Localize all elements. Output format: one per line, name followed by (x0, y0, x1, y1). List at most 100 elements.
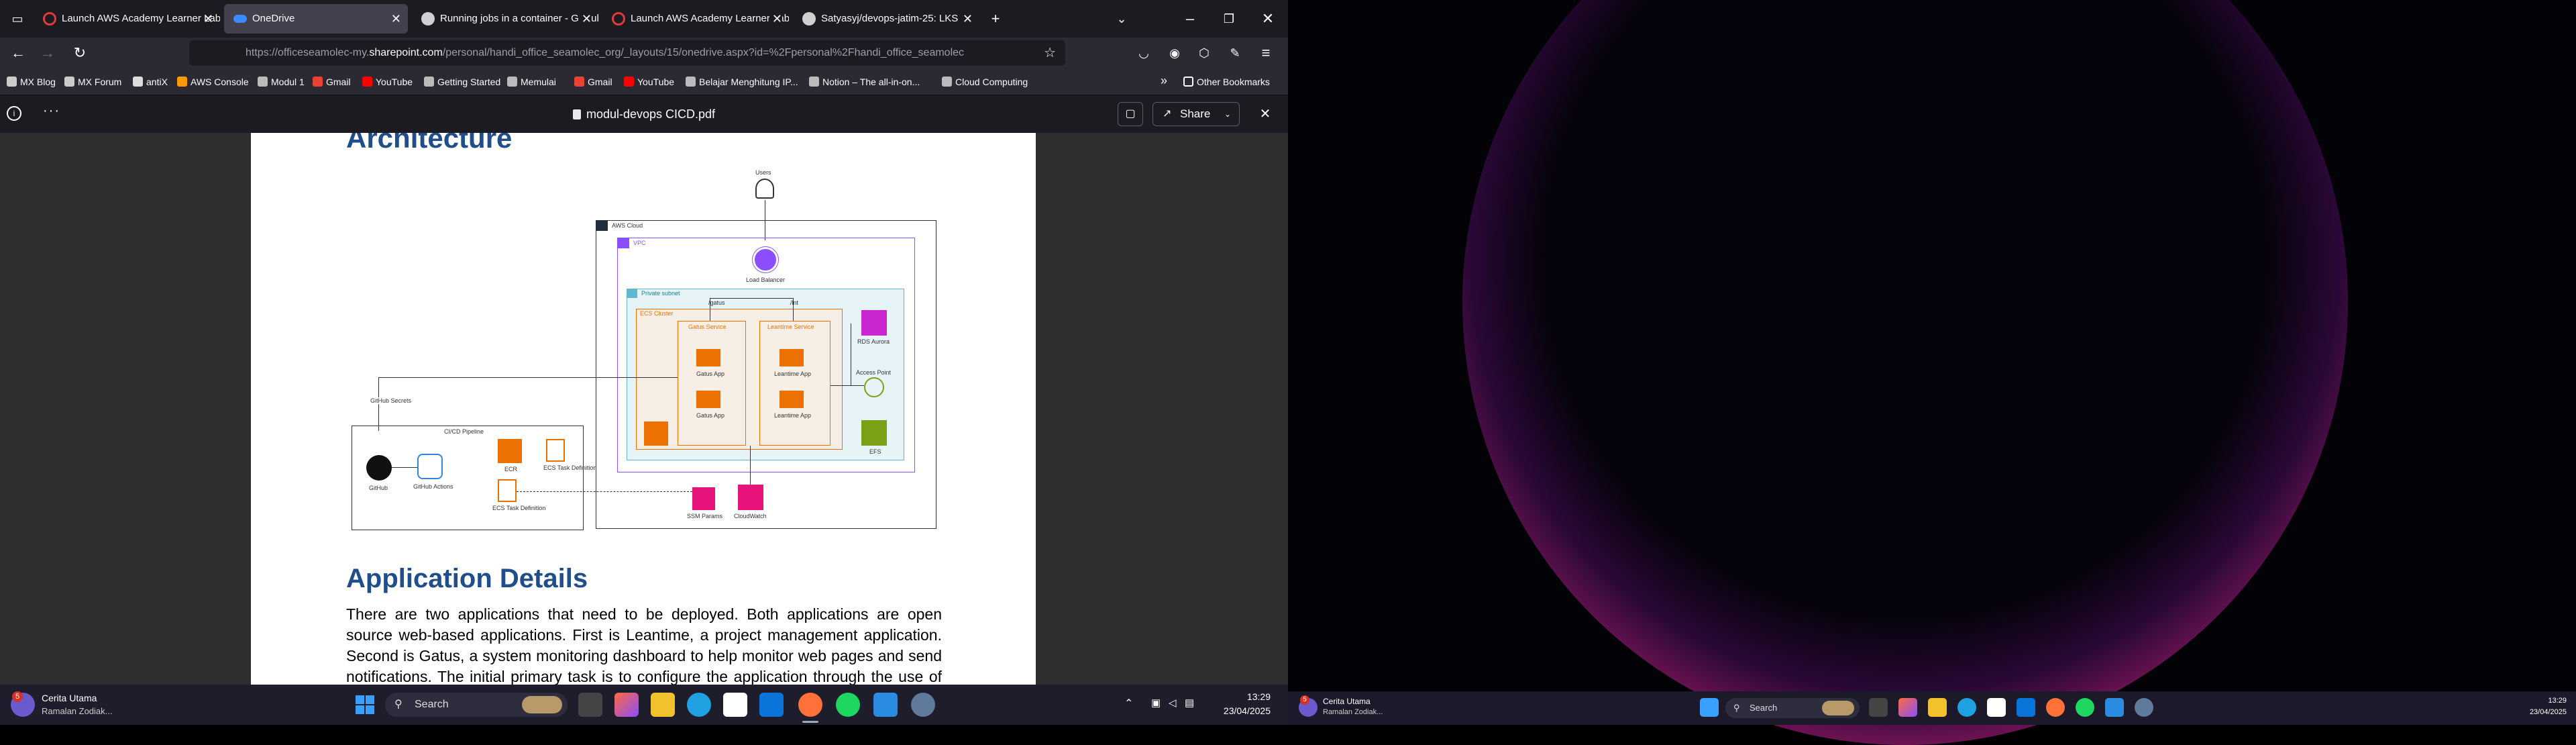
window-close-icon[interactable]: ✕ (1253, 4, 1283, 34)
vscode-icon[interactable] (873, 693, 898, 717)
spotify-icon[interactable] (836, 693, 860, 717)
close-tab-icon[interactable]: ✕ (769, 4, 782, 34)
bookmark-item[interactable]: Getting Started (424, 74, 500, 90)
search-placeholder: Search (415, 699, 449, 710)
access-point-icon (864, 377, 884, 397)
ssm-label: SSM Params (687, 513, 723, 519)
file-explorer-icon[interactable] (1928, 698, 1947, 717)
gatus-service-box (678, 321, 746, 446)
task-view-icon[interactable] (1869, 698, 1888, 717)
task-view-icon[interactable] (578, 693, 602, 717)
close-tab-icon[interactable]: ✕ (578, 4, 592, 34)
close-tab-icon[interactable]: ✕ (391, 4, 401, 34)
cicd-pipeline-label: CI/CD Pipeline (444, 428, 484, 435)
pdf-page: Architecture Users AWS Cloud VPC Load Ba… (251, 133, 1036, 685)
vscode-icon[interactable] (2105, 698, 2124, 717)
close-tab-icon[interactable]: ✕ (959, 4, 973, 34)
pocket-icon[interactable]: ◡ (1131, 40, 1157, 66)
close-viewer-icon[interactable]: ✕ (1253, 102, 1277, 126)
clock-time[interactable]: 13:29 (2526, 697, 2567, 705)
forward-icon[interactable]: → (35, 40, 60, 66)
restore-icon[interactable]: ❐ (1214, 4, 1244, 34)
close-tab-icon[interactable]: ✕ (203, 4, 213, 34)
bookmark-item[interactable]: Gmail (313, 74, 351, 90)
new-tab-icon[interactable]: + (981, 4, 1010, 34)
clock-date[interactable]: 23/04/2025 (2516, 708, 2567, 716)
widget-title[interactable]: Cerita Utama (42, 693, 97, 703)
tab-github-jobs[interactable]: Running jobs in a container - GitHub ✕ (412, 4, 598, 34)
store-icon[interactable] (723, 693, 747, 717)
bookmarks-overflow-icon[interactable]: » (1161, 72, 1167, 89)
clock-time[interactable]: 13:29 (1222, 691, 1271, 702)
comment-icon[interactable]: ▢ (1118, 102, 1143, 126)
widget-title[interactable]: Cerita Utama (1323, 697, 1371, 706)
bookmark-item[interactable]: MX Blog (7, 74, 56, 90)
tray-chevron-icon[interactable]: ⌃ (1124, 697, 1133, 710)
bookmark-item[interactable]: YouTube (362, 74, 413, 90)
address-bar[interactable]: https://officeseamolec-my.sharepoint.com… (189, 40, 1065, 66)
extensions-icon[interactable]: ⬡ (1191, 40, 1217, 66)
settings-icon[interactable] (2135, 698, 2153, 717)
bookmark-label: Gmail (326, 77, 351, 87)
route-leantime-label: /lnt (790, 299, 799, 306)
bookmark-item[interactable]: Memulai (507, 74, 556, 90)
settings-icon[interactable] (911, 693, 935, 717)
app-icon[interactable] (2017, 698, 2035, 717)
copilot-icon[interactable] (1898, 698, 1917, 717)
bookmark-item[interactable]: MX Forum (64, 74, 121, 90)
firefox-icon[interactable] (2046, 698, 2065, 717)
url-text[interactable]: https://officeseamolec-my.sharepoint.com… (246, 40, 997, 66)
reload-icon[interactable]: ↻ (67, 40, 93, 66)
tab-aws-learner-lab-1[interactable]: Launch AWS Academy Learner Lab ✕ (34, 4, 220, 34)
tab-list-icon[interactable]: ▭ (3, 4, 32, 34)
bookmark-item[interactable]: antiX (133, 74, 168, 90)
share-button[interactable]: ↗ Share ⌄ (1152, 102, 1240, 126)
bookmark-item[interactable]: Notion – The all-in-on... (809, 74, 920, 90)
minimize-icon[interactable]: – (1175, 4, 1205, 34)
tab-github-repo[interactable]: Satyasyj/devops-jatim-25: LKS ✕ (793, 4, 979, 34)
taskbar-secondary: 5 Cerita Utama Ramalan Zodiak... ⚲ Searc… (1288, 691, 2576, 725)
tab-overflow-chevron-icon[interactable]: ⌄ (1107, 4, 1136, 34)
bookmark-item[interactable]: YouTube (624, 74, 674, 90)
volume-icon[interactable]: ◁ (1169, 697, 1177, 709)
search-box[interactable]: ⚲ Search (1725, 698, 1860, 718)
customize-icon[interactable]: ✎ (1222, 40, 1248, 66)
app-icon[interactable] (759, 693, 784, 717)
store-icon[interactable] (1987, 698, 2006, 717)
bookmark-label: Modul 1 (271, 77, 305, 87)
bookmark-item[interactable]: Gmail (574, 74, 612, 90)
spotify-icon[interactable] (2076, 698, 2094, 717)
account-icon[interactable]: ◉ (1162, 40, 1187, 66)
bookmark-favicon-icon (362, 77, 372, 87)
copilot-icon[interactable] (614, 693, 639, 717)
edge-icon[interactable] (1957, 698, 1976, 717)
windows-start-icon[interactable] (1700, 698, 1719, 717)
bookmark-item[interactable]: AWS Console (177, 74, 249, 90)
widget-subtitle[interactable]: Ramalan Zodiak... (1323, 708, 1383, 716)
pdf-viewport[interactable]: Architecture Users AWS Cloud VPC Load Ba… (0, 133, 1288, 685)
battery-icon[interactable]: ▤ (1185, 697, 1194, 709)
back-icon[interactable]: ← (5, 40, 31, 66)
search-box[interactable]: ⚲ Search (385, 693, 568, 717)
tab-onedrive[interactable]: OneDrive ✕ (224, 4, 408, 34)
tab-aws-learner-lab-2[interactable]: Launch AWS Academy Learner Lab ✕ (602, 4, 789, 34)
file-explorer-icon[interactable] (651, 693, 675, 717)
bookmark-item[interactable]: Cloud Computing (942, 74, 1028, 90)
leantime-app-label: Leantime App (774, 370, 812, 377)
edge-icon[interactable] (687, 693, 711, 717)
paragraph-line: Second is Gatus, a system monitoring das… (346, 647, 942, 664)
github-actions-icon (417, 454, 443, 479)
clock-date[interactable]: 23/04/2025 (1212, 705, 1271, 716)
aws-favicon-icon (43, 12, 56, 26)
bookmark-star-icon[interactable]: ☆ (1044, 40, 1056, 66)
folder-icon (1183, 77, 1193, 87)
bookmark-item[interactable]: Modul 1 (258, 74, 305, 90)
private-subnet-label: Private subnet (641, 290, 680, 297)
network-icon[interactable]: ▣ (1151, 697, 1161, 709)
windows-start-icon[interactable] (353, 693, 377, 717)
firefox-icon[interactable] (798, 693, 822, 717)
menu-icon[interactable]: ≡ (1253, 40, 1279, 66)
widget-subtitle[interactable]: Ramalan Zodiak... (42, 706, 113, 716)
other-bookmarks[interactable]: Other Bookmarks (1183, 74, 1270, 90)
bookmark-item[interactable]: Belajar Menghitung IP... (686, 74, 798, 90)
